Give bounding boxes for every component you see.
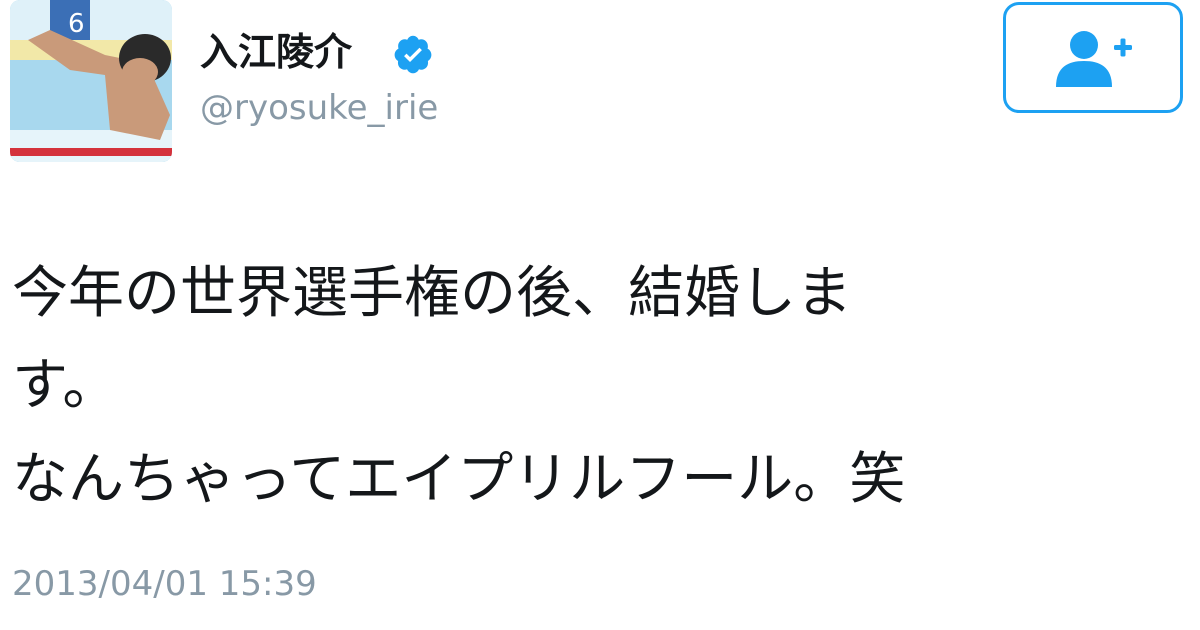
tweet-text: 今年の世界選手権の後、結婚しま す。 なんちゃってエイプリルフール。笑	[12, 248, 1172, 526]
tweet-card: 6 入江陵介 @ryosuke_irie 今年の世界選手権の後、結婚しま す。 …	[0, 0, 1200, 630]
user-handle[interactable]: @ryosuke_irie	[200, 86, 438, 130]
add-user-icon	[1056, 30, 1132, 87]
tweet-timestamp[interactable]: 2013/04/01 15:39	[12, 562, 317, 606]
avatar-image: 6	[10, 0, 172, 162]
display-name[interactable]: 入江陵介	[200, 28, 352, 76]
tweet-paragraph: なんちゃってエイプリルフール。笑	[12, 447, 906, 512]
avatar[interactable]: 6	[10, 0, 172, 162]
follow-button[interactable]	[1003, 2, 1183, 113]
verified-badge-icon	[394, 35, 432, 74]
svg-text:6: 6	[68, 9, 85, 39]
tweet-paragraph: 今年の世界選手権の後、結婚しま す。	[12, 261, 852, 418]
